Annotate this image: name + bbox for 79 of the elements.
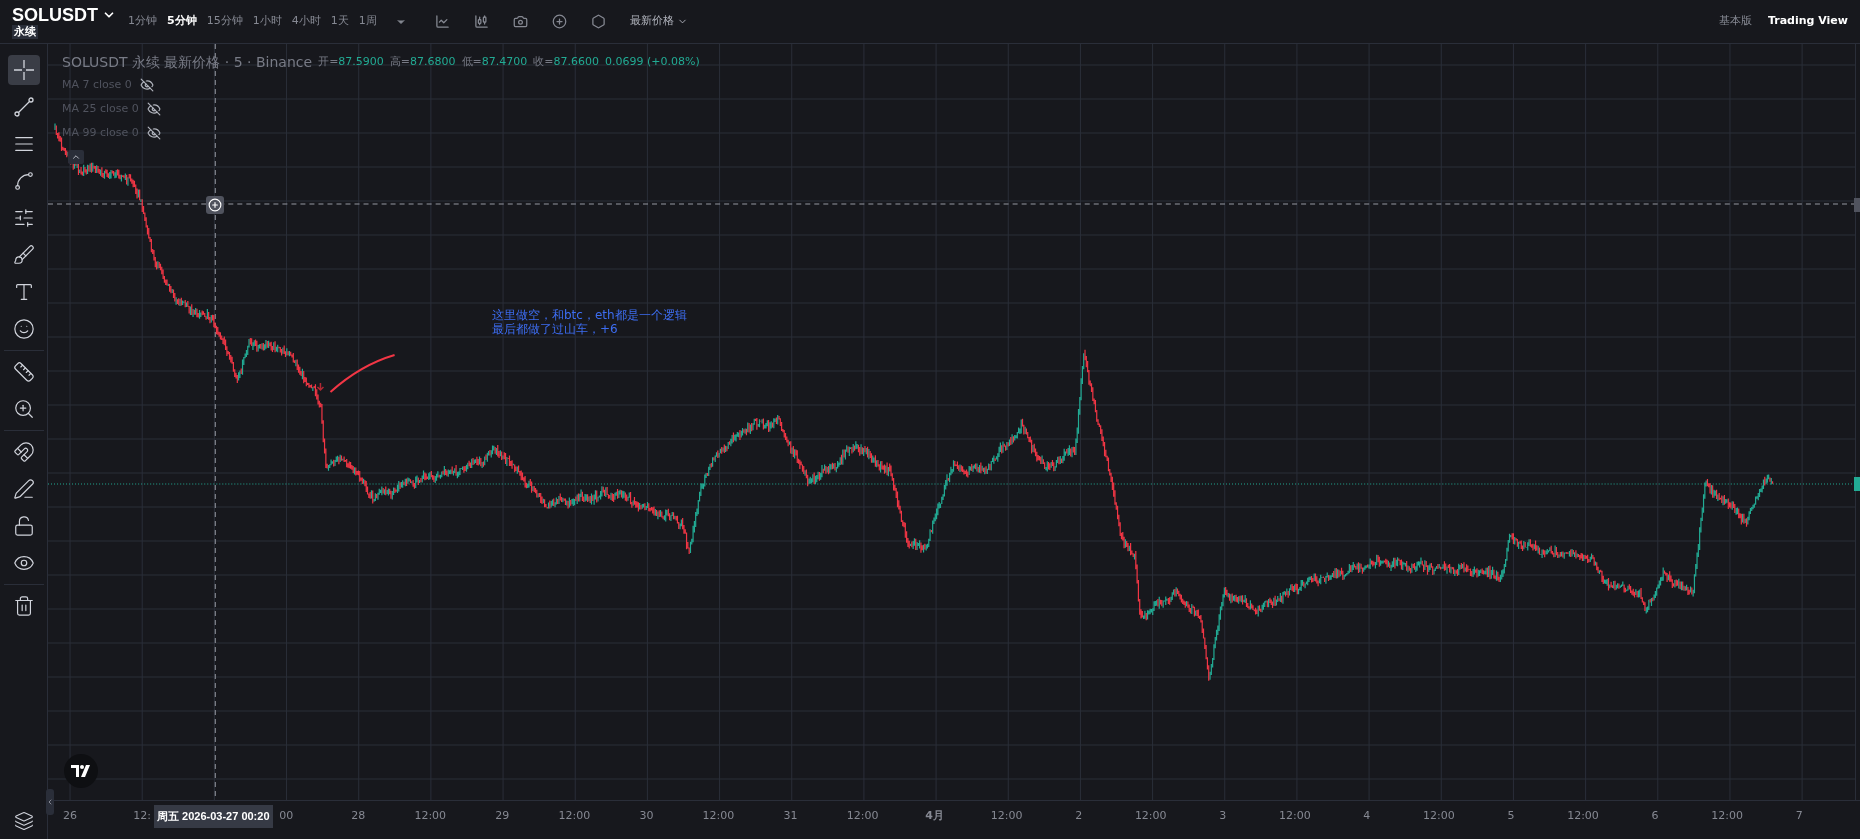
time-label: 5 [1507, 808, 1515, 824]
time-label: 12:00 [1567, 808, 1599, 824]
view-tab[interactable]: 基本版 [1718, 13, 1752, 30]
annotation-text: 最后都做了过山车，+6 [492, 322, 619, 336]
time-label: 00 [279, 808, 294, 824]
indicator-label: MA 25 close 0 [62, 100, 139, 117]
time-label: 7 [1795, 808, 1803, 824]
sliders-icon [12, 207, 35, 229]
time-label: 12:00 [990, 808, 1023, 824]
eye-off-icon[interactable] [146, 102, 161, 116]
time-label: 31 [783, 808, 798, 824]
add-button[interactable] [206, 196, 224, 214]
change-value: 0.0699 (+0.08%) [605, 54, 700, 71]
crosshair-icon [11, 58, 36, 82]
time-label: 12:00 [1711, 808, 1743, 824]
plus-circle-icon [208, 198, 222, 212]
legend-title: SOLUSDT 永续 最新价格 · 5 · Binance [62, 53, 313, 72]
price-type-dropdown[interactable]: 最新价格 [629, 13, 688, 30]
interval-tab[interactable]: 1周 [358, 13, 377, 30]
interval-tab[interactable]: 1天 [330, 13, 349, 30]
time-label: 26 [63, 808, 77, 824]
interval-tab[interactable]: 15分钟 [206, 13, 243, 30]
interval-tab[interactable]: 1分钟 [128, 13, 157, 30]
price-marker [1854, 198, 1860, 212]
time-label: 12: [133, 808, 151, 824]
time-label: 12:00 [1278, 808, 1311, 824]
time-label: 4月 [925, 808, 944, 824]
price-marker [1854, 477, 1860, 491]
camera-icon[interactable] [512, 14, 528, 29]
time-label: 12:00 [1423, 808, 1455, 824]
drawing-tool[interactable] [7, 55, 40, 85]
time-label: 12:00 [558, 808, 591, 824]
time-label: 12:00 [1134, 808, 1167, 824]
time-label: 4 [1363, 808, 1371, 824]
hexagon-icon[interactable] [590, 14, 606, 29]
pencil-icon [12, 478, 35, 500]
time-label: 2 [1075, 808, 1083, 824]
eye-off-icon[interactable] [146, 126, 161, 140]
time-label: 30 [639, 808, 654, 824]
view-tab[interactable]: Trading View [1767, 13, 1848, 30]
trash-icon [12, 595, 35, 617]
time-label: 6 [1651, 808, 1659, 824]
zoom-in-icon [12, 398, 35, 420]
ohlc-value: 低=87.4700 [461, 54, 528, 71]
collapse-legend-button[interactable] [68, 150, 84, 164]
plus-circle-icon[interactable] [551, 14, 567, 29]
logo-icon[interactable] [64, 754, 98, 788]
contract-badge: 永续 [12, 24, 38, 39]
chevron-up-icon [71, 152, 81, 162]
symbol-title[interactable]: SOLUSDT [12, 4, 98, 25]
smiley-icon [12, 318, 35, 340]
interval-tab[interactable]: 5分钟 [167, 13, 197, 30]
interval-tab[interactable]: 4小时 [291, 13, 321, 30]
time-label: 12:00 [702, 808, 735, 824]
ohlc-value: 开=87.5900 [318, 54, 384, 71]
candlestick-icon[interactable] [473, 14, 489, 29]
time-label: 28 [351, 808, 366, 824]
eye-off-icon[interactable] [139, 78, 154, 92]
indicator-label: MA 7 close 0 [62, 76, 132, 93]
interval-tab[interactable]: 1小时 [252, 13, 282, 30]
annotation-text: 这里做空，和btc，eth都是一个逻辑 [492, 308, 687, 322]
time-label: 3 [1219, 808, 1227, 824]
drawn-curve [329, 354, 396, 393]
time-label: 29 [495, 808, 510, 824]
crosshair-time-label: 周五 2026-03-27 00:20 [154, 805, 273, 828]
ohlc-value: 高=87.6800 [389, 54, 456, 71]
magnet-icon [12, 441, 35, 463]
ruler-icon [12, 361, 35, 383]
arrow-marker-icon [316, 382, 325, 392]
brush-icon [12, 244, 35, 266]
indicator-label: MA 99 close 0 [62, 124, 139, 141]
line-chart-icon[interactable] [434, 14, 450, 29]
time-label: 12:00 [414, 808, 447, 824]
unlock-icon [12, 515, 35, 537]
layers-icon[interactable] [13, 811, 34, 831]
line-tool-icon [12, 96, 35, 118]
ohlc-value: 收=87.6600 [533, 54, 599, 71]
time-label: 12:00 [846, 808, 879, 824]
chevron-left-icon [46, 798, 54, 806]
